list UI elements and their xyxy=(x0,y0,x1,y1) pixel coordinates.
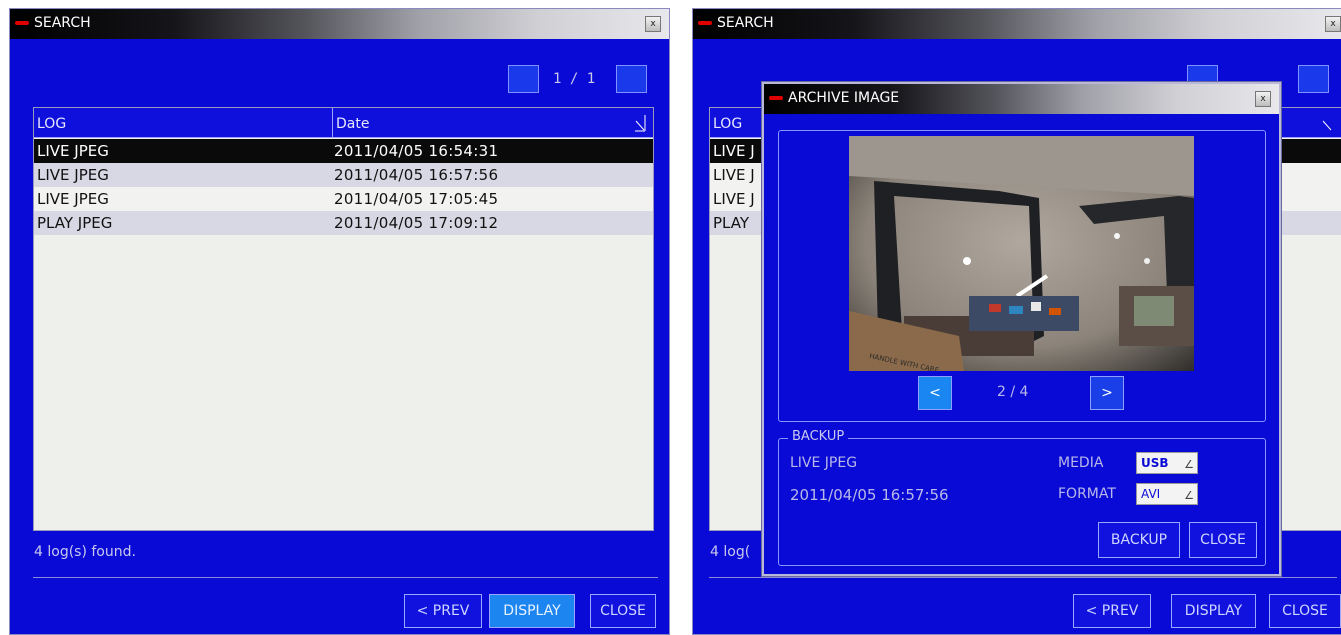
backup-button[interactable]: BACKUP xyxy=(1098,522,1180,558)
prev-button[interactable]: < PREV xyxy=(404,594,482,628)
dialog-title: ARCHIVE IMAGE xyxy=(788,90,900,106)
column-header-log[interactable]: LOG xyxy=(37,116,66,132)
next-arrow-icon: > xyxy=(1101,385,1113,401)
dropdown-arrow-icon: ∠ xyxy=(1184,489,1194,502)
row-log: LIVE JPEG xyxy=(37,166,109,184)
divider xyxy=(33,577,658,578)
row-log: PLAY xyxy=(713,214,750,232)
prev-arrow-icon: < xyxy=(929,385,941,401)
row-log: LIVE J xyxy=(713,142,755,160)
image-page-indicator: 2 / 4 xyxy=(997,384,1029,400)
title-indicator xyxy=(15,21,29,25)
row-log: PLAY JPEG xyxy=(37,214,113,232)
row-log: LIVE J xyxy=(713,190,755,208)
sort-indicator-icon[interactable] xyxy=(1320,113,1334,133)
dialog-close-button[interactable]: CLOSE xyxy=(1189,522,1257,558)
table-row[interactable]: PLAY JPEG 2011/04/05 17:09:12 xyxy=(34,211,653,235)
column-divider xyxy=(332,108,333,138)
close-button[interactable]: CLOSE xyxy=(590,594,656,628)
page-prev-button[interactable] xyxy=(508,65,539,93)
log-count-status: 4 log(s) found. xyxy=(34,544,136,560)
window-title: SEARCH xyxy=(34,15,91,31)
row-date: 2011/04/05 17:09:12 xyxy=(334,214,499,232)
display-button[interactable]: DISPLAY xyxy=(489,594,575,628)
title-indicator xyxy=(769,96,783,100)
close-icon[interactable]: x xyxy=(1325,16,1341,32)
prev-button[interactable]: < PREV xyxy=(1073,594,1151,628)
log-table: LOG Date LIVE JPEG 2011/04/05 16:54:31 L… xyxy=(33,107,654,531)
page-next-button[interactable] xyxy=(616,65,647,93)
page-next-button[interactable] xyxy=(1298,65,1329,93)
media-select[interactable]: USB ∠ xyxy=(1136,452,1198,474)
column-header-log[interactable]: LOG xyxy=(713,116,742,132)
display-button[interactable]: DISPLAY xyxy=(1171,594,1256,628)
close-icon[interactable]: x xyxy=(1255,91,1271,107)
archive-image-dialog: ARCHIVE IMAGE x HANDLE WITH CARE < 2 / 4… xyxy=(762,82,1281,576)
media-label: MEDIA xyxy=(1058,455,1104,471)
row-log: LIVE JPEG xyxy=(37,142,109,160)
row-log: LIVE JPEG xyxy=(37,190,109,208)
window-title: SEARCH xyxy=(717,15,774,31)
sort-indicator-icon[interactable] xyxy=(633,113,647,133)
page-indicator: 1 / 1 xyxy=(553,71,596,87)
close-button[interactable]: CLOSE xyxy=(1269,594,1341,628)
backup-log-type: LIVE JPEG xyxy=(790,455,858,471)
table-header: LOG Date xyxy=(34,108,653,138)
row-date: 2011/04/05 17:05:45 xyxy=(334,190,499,208)
row-log: LIVE J xyxy=(713,166,755,184)
backup-group-label: BACKUP xyxy=(788,429,849,444)
backup-timestamp: 2011/04/05 16:57:56 xyxy=(790,486,949,504)
search-window: SEARCH x 1 / 1 LOG Date LIVE JPEG 2011/0… xyxy=(9,8,670,635)
divider xyxy=(709,577,1337,578)
close-icon[interactable]: x xyxy=(645,16,661,32)
column-header-date[interactable]: Date xyxy=(336,116,369,132)
archive-image: HANDLE WITH CARE xyxy=(849,136,1194,371)
search-titlebar[interactable]: SEARCH x xyxy=(693,9,1341,39)
table-row[interactable]: LIVE JPEG 2011/04/05 16:54:31 xyxy=(34,139,653,163)
media-value: USB xyxy=(1141,456,1169,470)
camera-snapshot: HANDLE WITH CARE xyxy=(849,136,1194,371)
row-date: 2011/04/05 16:57:56 xyxy=(334,166,499,184)
format-label: FORMAT xyxy=(1058,486,1116,502)
title-indicator xyxy=(698,21,712,25)
search-titlebar[interactable]: SEARCH x xyxy=(10,9,669,39)
dropdown-arrow-icon: ∠ xyxy=(1184,458,1194,471)
prev-image-button[interactable]: < xyxy=(918,376,952,410)
format-select[interactable]: AVI ∠ xyxy=(1136,483,1198,505)
next-image-button[interactable]: > xyxy=(1090,376,1124,410)
dialog-titlebar[interactable]: ARCHIVE IMAGE x xyxy=(764,84,1279,114)
log-count-status: 4 log( xyxy=(710,544,751,560)
table-row[interactable]: LIVE JPEG 2011/04/05 16:57:56 xyxy=(34,163,653,187)
table-row[interactable]: LIVE JPEG 2011/04/05 17:05:45 xyxy=(34,187,653,211)
row-date: 2011/04/05 16:54:31 xyxy=(334,142,499,160)
format-value: AVI xyxy=(1141,487,1161,501)
